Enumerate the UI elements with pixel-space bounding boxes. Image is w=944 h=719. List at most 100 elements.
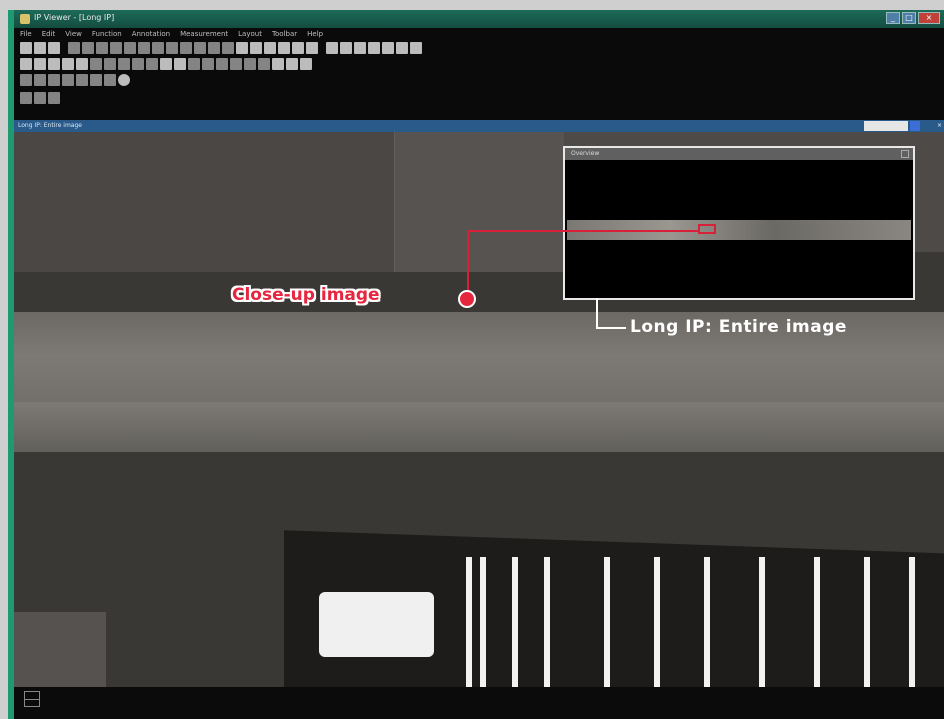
- iqi-wire: [759, 557, 765, 687]
- closeup-callout-line: [467, 230, 699, 232]
- layout-4-icon[interactable]: [62, 74, 74, 86]
- height-tool-icon[interactable]: [230, 58, 242, 70]
- help-icon[interactable]: [118, 74, 130, 86]
- layout-2-icon[interactable]: [34, 74, 46, 86]
- toolbar-row-1: [20, 42, 422, 56]
- grid-icon[interactable]: [96, 42, 108, 54]
- rectangle-tool-icon[interactable]: [48, 58, 60, 70]
- zoom-select[interactable]: [864, 121, 908, 131]
- ellipse-tool-icon[interactable]: [62, 58, 74, 70]
- arrow-tool-icon[interactable]: [20, 58, 32, 70]
- select-icon[interactable]: [250, 42, 262, 54]
- rotate-left-icon[interactable]: [166, 42, 178, 54]
- pan-icon[interactable]: [236, 42, 248, 54]
- layout-3-icon[interactable]: [48, 74, 60, 86]
- cut-icon[interactable]: [34, 42, 46, 54]
- line-tool-icon[interactable]: [34, 58, 46, 70]
- width-tool-icon[interactable]: [216, 58, 228, 70]
- offset-tool-icon[interactable]: [258, 58, 270, 70]
- document-status-bar: Long IP: Entire image ×: [14, 120, 944, 132]
- label-tool-icon[interactable]: [90, 58, 102, 70]
- report-icon[interactable]: [272, 58, 284, 70]
- nav-last-icon[interactable]: [48, 92, 60, 104]
- image-region-top-middle: [394, 132, 565, 272]
- image-region-bottom-left: [14, 612, 106, 687]
- close-icon[interactable]: [901, 150, 909, 158]
- chevron-down-icon[interactable]: [910, 121, 920, 131]
- histogram-icon[interactable]: [368, 42, 380, 54]
- density-tool-icon[interactable]: [160, 58, 172, 70]
- tile-icon[interactable]: [152, 42, 164, 54]
- gap-tool-icon[interactable]: [202, 58, 214, 70]
- window-icon[interactable]: [124, 42, 136, 54]
- iqi-wire: [909, 557, 915, 687]
- zoom-label: ×: [936, 122, 942, 129]
- export-icon[interactable]: [396, 42, 408, 54]
- menu-annotation[interactable]: Annotation: [132, 28, 170, 40]
- nav-next-icon[interactable]: [34, 92, 46, 104]
- nav-first-icon[interactable]: [20, 92, 32, 104]
- invert-icon[interactable]: [222, 42, 234, 54]
- longip-callout-line: [596, 298, 598, 328]
- menu-measurement[interactable]: Measurement: [180, 28, 228, 40]
- profile-tool-icon[interactable]: [132, 58, 144, 70]
- hand-icon[interactable]: [264, 42, 276, 54]
- filter-icon[interactable]: [354, 42, 366, 54]
- overview-window[interactable]: Overview: [563, 146, 915, 300]
- layout-1-icon[interactable]: [20, 74, 32, 86]
- toolbar-area: [14, 40, 944, 120]
- layout-6-icon[interactable]: [90, 74, 102, 86]
- layout-icon[interactable]: [110, 42, 122, 54]
- menu-function[interactable]: Function: [92, 28, 122, 40]
- contrast-icon[interactable]: [326, 42, 338, 54]
- text-tool-icon[interactable]: [76, 58, 88, 70]
- brightness-icon[interactable]: [340, 42, 352, 54]
- thumbnail-panel: [14, 687, 944, 719]
- overview-title: Overview: [571, 150, 600, 157]
- closeup-marker-dot: [458, 290, 476, 308]
- layout-5-icon[interactable]: [76, 74, 88, 86]
- thumbnail-item[interactable]: [24, 691, 40, 707]
- crop-icon[interactable]: [292, 42, 304, 54]
- menu-file[interactable]: File: [20, 28, 32, 40]
- iqi-wire: [512, 557, 518, 687]
- overview-title-bar[interactable]: Overview: [565, 148, 913, 160]
- overview-selection-box[interactable]: [698, 224, 716, 234]
- save-icon[interactable]: [410, 42, 422, 54]
- thickness-tool-icon[interactable]: [188, 58, 200, 70]
- fit-icon[interactable]: [306, 42, 318, 54]
- open-icon[interactable]: [20, 42, 32, 54]
- zoom-out-icon[interactable]: [82, 42, 94, 54]
- angle-tool-icon[interactable]: [104, 58, 116, 70]
- zoom-in-icon[interactable]: [68, 42, 80, 54]
- ruler-tool-icon[interactable]: [118, 58, 130, 70]
- flip-icon[interactable]: [194, 42, 206, 54]
- calibrate-tool-icon[interactable]: [174, 58, 186, 70]
- menu-help[interactable]: Help: [307, 28, 323, 40]
- menu-toolbar[interactable]: Toolbar: [272, 28, 297, 40]
- menu-edit[interactable]: Edit: [42, 28, 56, 40]
- document-path: Long IP: Entire image: [18, 122, 82, 129]
- frame-icon[interactable]: [138, 42, 150, 54]
- menu-bar: File Edit View Function Annotation Measu…: [14, 28, 944, 40]
- magnify-icon[interactable]: [278, 42, 290, 54]
- rotate-right-icon[interactable]: [180, 42, 192, 54]
- delete-annotation-icon[interactable]: [300, 58, 312, 70]
- minimize-button[interactable]: _: [886, 12, 900, 24]
- area-tool-icon[interactable]: [146, 58, 158, 70]
- toolbar-separator: [62, 42, 66, 54]
- mirror-icon[interactable]: [208, 42, 220, 54]
- depth-tool-icon[interactable]: [244, 58, 256, 70]
- iqi-wire: [544, 557, 550, 687]
- title-bar[interactable]: IP Viewer - [Long IP] _ □ ×: [14, 10, 944, 28]
- annotation-list-icon[interactable]: [286, 58, 298, 70]
- close-button[interactable]: ×: [918, 12, 940, 24]
- copy-icon[interactable]: [48, 42, 60, 54]
- iqi-wire: [466, 557, 472, 687]
- maximize-button[interactable]: □: [902, 12, 916, 24]
- window-controls: _ □ ×: [886, 12, 940, 24]
- menu-layout[interactable]: Layout: [238, 28, 262, 40]
- layout-7-icon[interactable]: [104, 74, 116, 86]
- menu-view[interactable]: View: [65, 28, 82, 40]
- print-icon[interactable]: [382, 42, 394, 54]
